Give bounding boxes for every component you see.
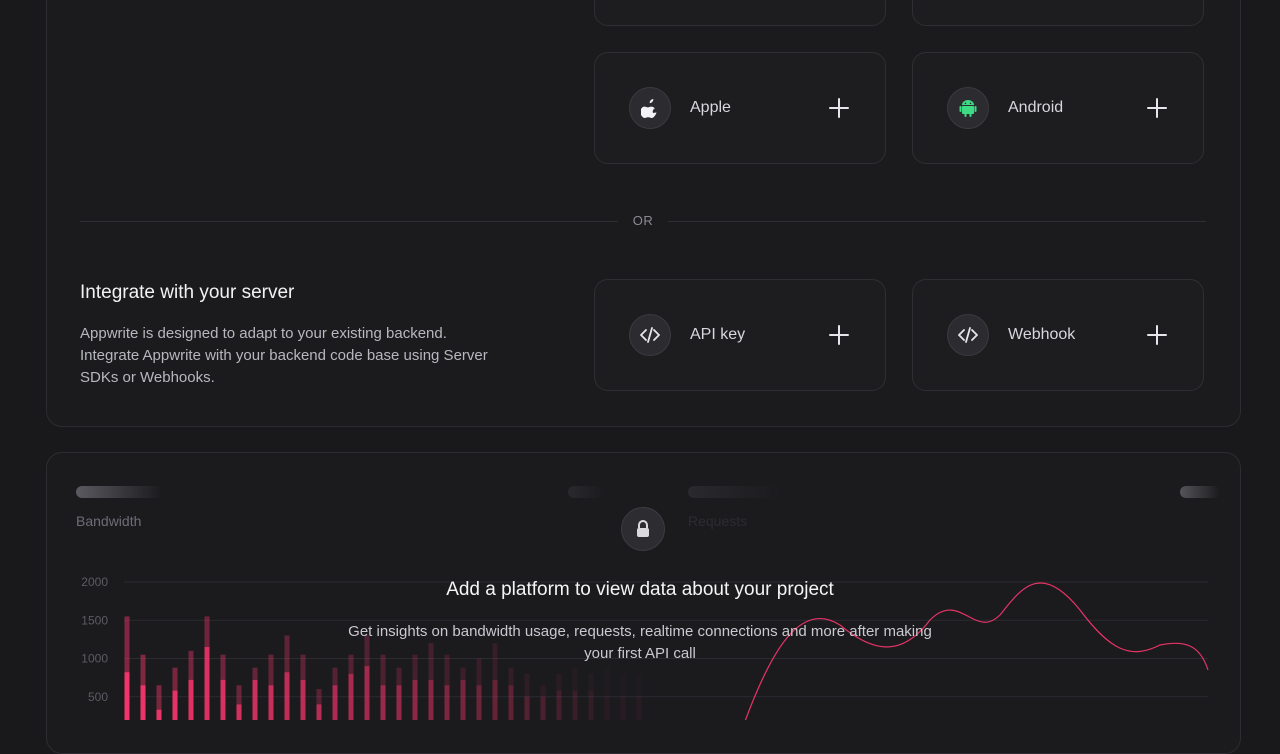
skeleton-placeholder (76, 486, 162, 498)
or-divider: OR (80, 211, 1206, 231)
add-apple-platform-button[interactable]: Apple (594, 52, 886, 164)
android-label: Android (1008, 99, 1064, 116)
create-api-key-button[interactable]: API key (594, 279, 886, 391)
plus-icon (829, 325, 849, 345)
skeleton-placeholder (568, 486, 604, 498)
server-section-description: Appwrite is designed to adapt to your ex… (80, 325, 488, 386)
api-key-label: API key (690, 326, 746, 343)
divider-line (668, 221, 1206, 222)
or-label: OR (632, 213, 654, 228)
code-icon (947, 314, 989, 356)
platform-card-partial-left[interactable] (594, 0, 886, 26)
lock-icon (621, 507, 665, 551)
add-android-platform-button[interactable]: Android (912, 52, 1204, 164)
apple-label: Apple (690, 99, 731, 116)
android-icon (947, 87, 989, 129)
code-icon (629, 314, 671, 356)
plus-icon (1147, 98, 1167, 118)
create-webhook-button[interactable]: Webhook (912, 279, 1204, 391)
platform-card-partial-right[interactable] (912, 0, 1204, 26)
webhook-label: Webhook (1008, 326, 1076, 343)
apple-icon (629, 87, 671, 129)
plus-icon (1147, 325, 1167, 345)
usage-card (46, 452, 1241, 754)
skeleton-placeholder (1180, 486, 1220, 498)
plus-icon (829, 98, 849, 118)
divider-line (80, 221, 618, 222)
server-section-title: Integrate with your server (80, 282, 295, 303)
bandwidth-label: Bandwidth (76, 513, 142, 529)
locked-state-description: Get insights on bandwidth usage, request… (348, 623, 932, 662)
skeleton-placeholder (688, 486, 780, 498)
requests-label: Requests (688, 513, 748, 529)
locked-state-title: Add a platform to view data about your p… (446, 579, 834, 600)
